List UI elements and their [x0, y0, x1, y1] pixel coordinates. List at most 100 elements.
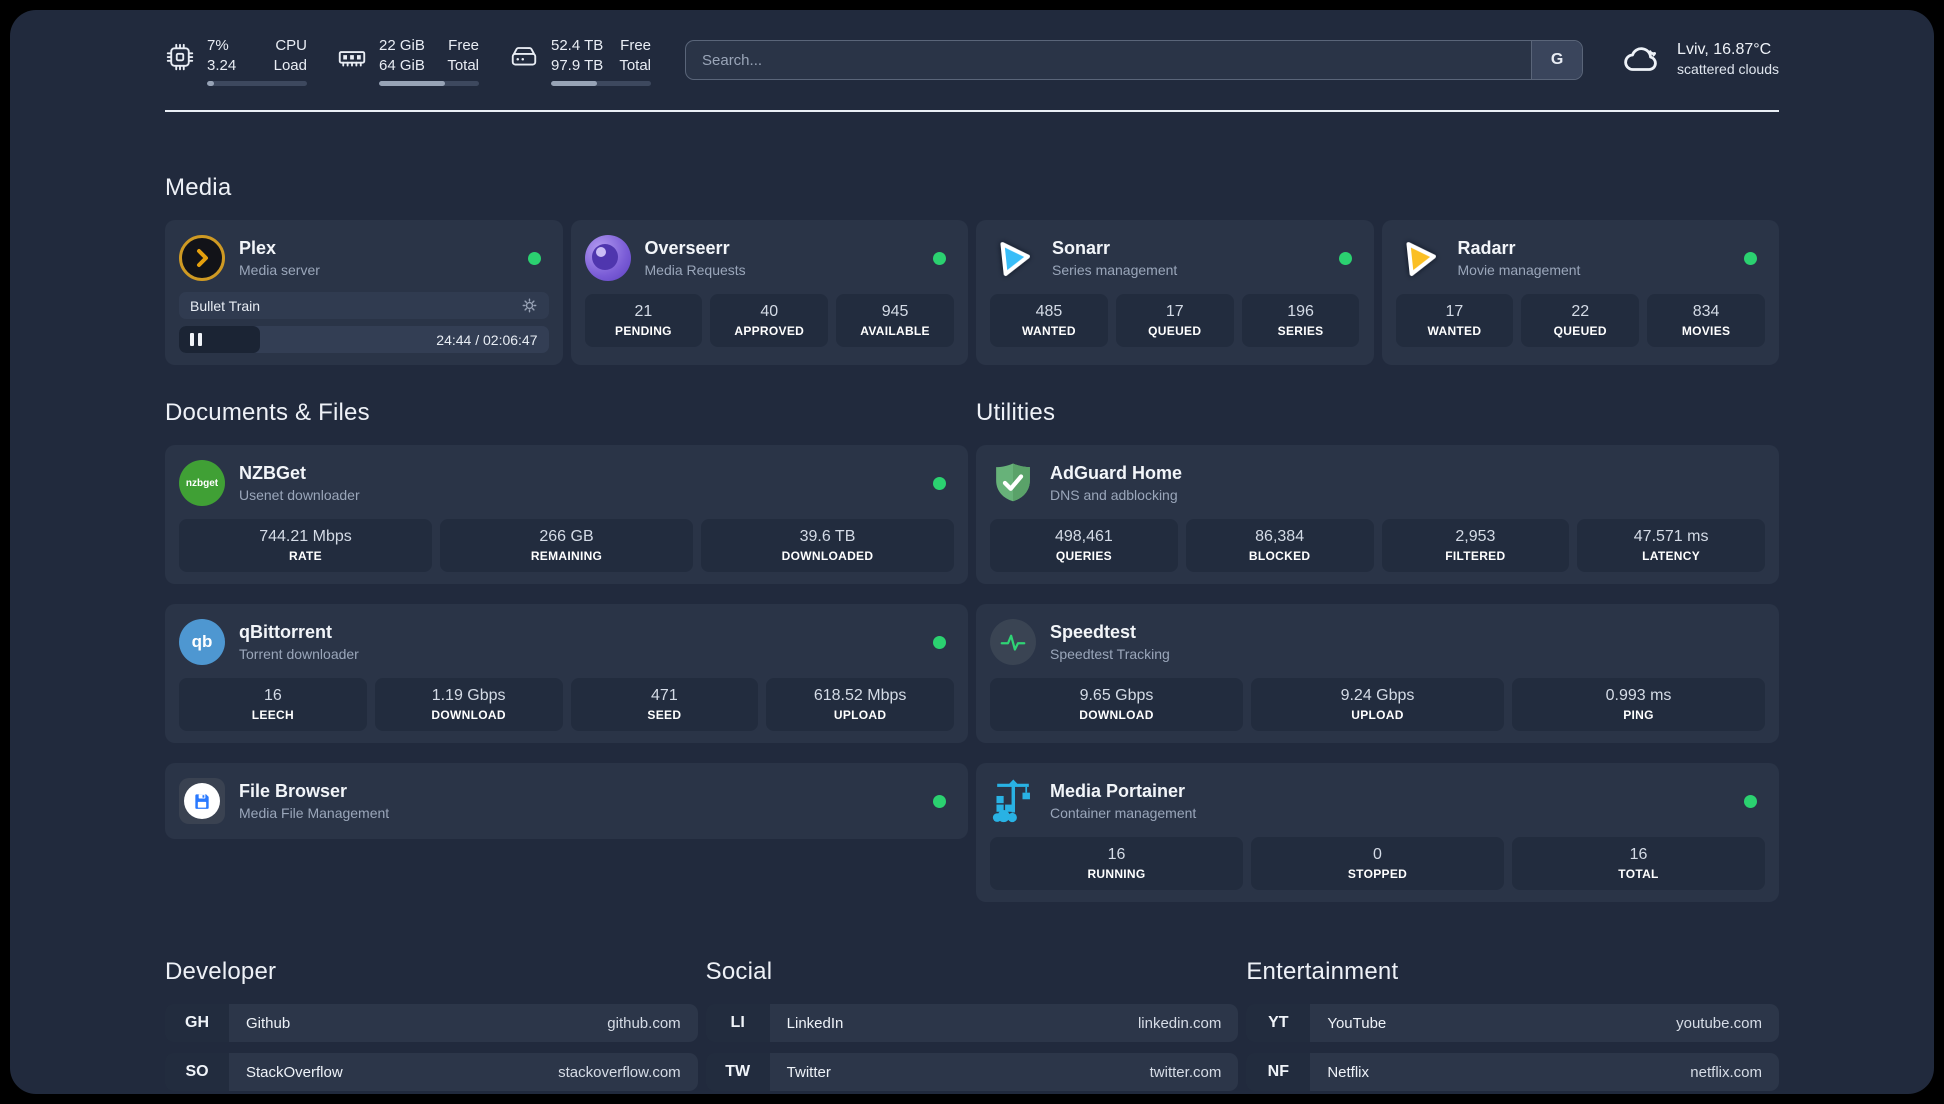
- plex-card[interactable]: Plex Media server Bullet Train 24:44 / 0…: [165, 220, 563, 365]
- cloud-icon: [1621, 38, 1663, 80]
- link-url: stackoverflow.com: [558, 1063, 681, 1081]
- stat-latency: 47.571 ms LATENCY: [1577, 519, 1765, 572]
- storage-free-label: Free: [620, 37, 651, 54]
- sonarr-icon: [988, 232, 1041, 285]
- stat-approved: 40 APPROVED: [710, 294, 829, 347]
- overseerr-icon: [584, 235, 631, 281]
- cpu-stat-widget: 7% 3.24 CPU Load: [165, 36, 307, 86]
- section-title-developer: Developer: [165, 958, 277, 985]
- section-title-social: Social: [705, 958, 773, 985]
- memory-total-label: Total: [447, 57, 479, 74]
- weather-condition: scattered clouds: [1677, 61, 1779, 77]
- storage-total-label: Total: [619, 57, 651, 74]
- stat-running: 16 RUNNING: [990, 837, 1243, 890]
- cpu-icon: [165, 42, 195, 72]
- app-name: Overseerr: [644, 238, 730, 258]
- link-name: StackOverflow: [246, 1063, 343, 1081]
- search-engine-button[interactable]: G: [1531, 41, 1583, 79]
- app-subtitle: Torrent downloader: [239, 646, 359, 662]
- now-playing-title: Bullet Train: [190, 297, 261, 314]
- search-bar: G: [685, 40, 1584, 80]
- memory-progress-bar: [379, 81, 479, 86]
- nzbget-icon: nzbget: [179, 460, 225, 506]
- link-badge: LI: [705, 1004, 770, 1042]
- link-badge: GH: [165, 1004, 229, 1042]
- storage-progress-bar: [551, 81, 651, 86]
- adguard-shield-icon: [990, 460, 1036, 506]
- status-dot: [1338, 251, 1352, 265]
- stat-stopped: 0 STOPPED: [1251, 837, 1504, 890]
- radarr-icon: [1393, 232, 1446, 285]
- link-badge: TW: [705, 1053, 770, 1091]
- section-title-utilities: Utilities: [976, 399, 1056, 426]
- status-dot: [933, 794, 946, 808]
- app-name: File Browser: [239, 781, 348, 801]
- link-url: netflix.com: [1690, 1063, 1762, 1081]
- app-subtitle: Series management: [1052, 262, 1178, 278]
- stat-movies: 834 MOVIES: [1647, 294, 1765, 347]
- status-dot: [933, 476, 946, 490]
- weather-widget: Lviv, 16.87°C scattered clouds: [1621, 38, 1779, 80]
- app-subtitle: Media server: [239, 262, 320, 278]
- stat-upload: 9.24 Gbps UPLOAD: [1251, 678, 1504, 731]
- link-url: youtube.com: [1676, 1014, 1762, 1032]
- memory-icon: [337, 42, 367, 72]
- radarr-card[interactable]: Radarr Movie management 17 WANTED 22 QUE…: [1381, 220, 1779, 365]
- link-name: YouTube: [1327, 1014, 1387, 1032]
- portainer-card[interactable]: Media Portainer Container management 16 …: [976, 763, 1779, 902]
- stat-wanted: 17 WANTED: [1395, 294, 1514, 347]
- filebrowser-card[interactable]: File Browser Media File Management: [165, 763, 968, 839]
- session-settings-icon[interactable]: [521, 297, 538, 314]
- top-bar: 7% 3.24 CPU Load 22 GiB 64 GiB Free Tota…: [165, 10, 1779, 86]
- app-subtitle: Media File Management: [239, 805, 390, 821]
- stat-queries: 498,461 QUERIES: [990, 519, 1178, 572]
- status-dot: [1744, 251, 1757, 265]
- weather-location-temp: Lviv, 16.87°C: [1677, 41, 1772, 58]
- stat-download: 1.19 Gbps DOWNLOAD: [374, 678, 563, 731]
- nzbget-card[interactable]: nzbget NZBGet Usenet downloader 744.21 M…: [165, 445, 968, 584]
- stat-upload: 618.52 Mbps UPLOAD: [766, 678, 954, 731]
- link-badge: SO: [165, 1053, 229, 1091]
- link-badge: YT: [1246, 1004, 1311, 1042]
- plex-icon: [179, 235, 225, 281]
- adguard-card[interactable]: AdGuard Home DNS and adblocking 498,461 …: [976, 445, 1779, 584]
- speedtest-card[interactable]: Speedtest Speedtest Tracking 9.65 Gbps D…: [976, 604, 1779, 743]
- link-youtube[interactable]: YT YouTube youtube.com: [1246, 1004, 1779, 1042]
- link-github[interactable]: GH Github github.com: [165, 1004, 698, 1042]
- overseerr-card[interactable]: Overseerr Media Requests 21 PENDING 40 A…: [570, 220, 968, 365]
- stat-seed: 471 SEED: [570, 678, 759, 731]
- system-stats: 7% 3.24 CPU Load 22 GiB 64 GiB Free Tota…: [165, 36, 651, 86]
- stat-ping: 0.993 ms PING: [1512, 678, 1765, 731]
- stat-available: 945 AVAILABLE: [836, 294, 954, 347]
- app-subtitle: Movie management: [1457, 262, 1581, 278]
- app-subtitle: Usenet downloader: [239, 487, 360, 503]
- pause-icon[interactable]: [190, 333, 202, 346]
- app-name: Plex: [239, 238, 277, 258]
- status-dot: [933, 635, 946, 649]
- memory-free-value: 22 GiB: [379, 37, 425, 54]
- app-name: Media Portainer: [1050, 781, 1186, 801]
- cpu-load-label: Load: [273, 57, 307, 74]
- app-subtitle: DNS and adblocking: [1050, 487, 1178, 503]
- link-url: twitter.com: [1149, 1063, 1222, 1081]
- stat-blocked: 86,384 BLOCKED: [1185, 519, 1374, 572]
- link-linkedin[interactable]: LI LinkedIn linkedin.com: [705, 1004, 1239, 1042]
- stat-leech: 16 LEECH: [179, 678, 367, 731]
- link-name: Github: [246, 1014, 291, 1032]
- link-url: linkedin.com: [1137, 1014, 1222, 1032]
- stat-filtered: 2,953 FILTERED: [1381, 519, 1570, 572]
- link-name: LinkedIn: [786, 1014, 844, 1032]
- plex-now-playing: Bullet Train 24:44 / 02:06:47: [179, 292, 549, 353]
- qbittorrent-card[interactable]: qb qBittorrent Torrent downloader 16 LEE…: [165, 604, 968, 743]
- link-twitter[interactable]: TW Twitter twitter.com: [705, 1053, 1239, 1091]
- storage-total-value: 97.9 TB: [551, 57, 604, 74]
- search-input[interactable]: [686, 41, 1532, 79]
- link-stackoverflow[interactable]: SO StackOverflow stackoverflow.com: [165, 1053, 698, 1091]
- sonarr-card[interactable]: Sonarr Series management 485 WANTED 17 Q…: [976, 220, 1374, 365]
- storage-free-value: 52.4 TB: [551, 37, 604, 54]
- link-netflix[interactable]: NF Netflix netflix.com: [1246, 1053, 1779, 1091]
- playback-progress-bar[interactable]: 24:44 / 02:06:47: [179, 326, 549, 353]
- cpu-usage-value: 7%: [207, 37, 229, 54]
- app-subtitle: Container management: [1050, 805, 1197, 821]
- playback-time: 24:44 / 02:06:47: [436, 331, 538, 348]
